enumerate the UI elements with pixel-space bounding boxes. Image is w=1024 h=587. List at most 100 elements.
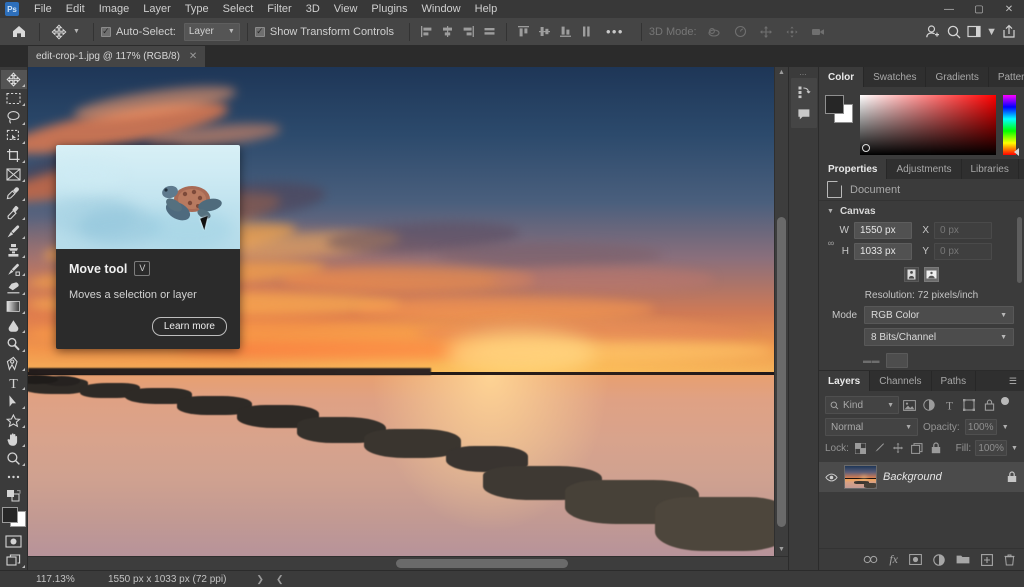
menu-view[interactable]: View [327, 0, 365, 18]
menu-help[interactable]: Help [468, 0, 505, 18]
tab-paths[interactable]: Paths [932, 371, 977, 391]
chevron-down-icon[interactable]: ▼ [1002, 424, 1009, 431]
menu-plugins[interactable]: Plugins [364, 0, 414, 18]
zoom-level[interactable]: 117.13% [28, 574, 98, 585]
tool-path-selection[interactable] [1, 392, 27, 411]
close-icon[interactable]: ✕ [189, 51, 197, 62]
layer-lock-icon[interactable] [1007, 471, 1017, 483]
edit-in-quick-mask-button[interactable] [1, 532, 27, 551]
status-collapse-icon[interactable]: ❮ [264, 574, 284, 585]
tool-gradient[interactable] [1, 297, 27, 316]
export-icon[interactable] [999, 22, 1018, 42]
minimize-button[interactable]: — [934, 0, 964, 18]
layer-row[interactable]: Background [819, 462, 1024, 492]
align-vertical-centers-icon[interactable] [535, 22, 554, 42]
new-group-icon[interactable] [956, 554, 970, 565]
tab-patterns[interactable]: Patterns [989, 67, 1024, 87]
chevron-down-icon[interactable]: ▼ [986, 26, 997, 38]
lock-image-pixels-icon[interactable] [872, 440, 887, 456]
tab-adjustments[interactable]: Adjustments [887, 159, 961, 179]
lock-artboard-nesting-icon[interactable] [910, 440, 925, 456]
filter-type-icon[interactable]: T [939, 396, 959, 414]
tool-hand[interactable] [1, 430, 27, 449]
new-layer-icon[interactable] [981, 554, 993, 566]
height-input[interactable]: 1033 px [854, 243, 912, 260]
properties-scrollbar[interactable] [1016, 203, 1023, 325]
menu-filter[interactable]: Filter [260, 0, 298, 18]
active-tool-button[interactable]: ▼ [47, 21, 86, 43]
menu-type[interactable]: Type [178, 0, 216, 18]
tool-dodge[interactable] [1, 335, 27, 354]
color-field[interactable] [860, 95, 996, 155]
chevron-down-icon[interactable]: ▼ [1011, 445, 1018, 452]
tool-lasso[interactable] [1, 108, 27, 127]
tab-channels[interactable]: Channels [870, 371, 931, 391]
hue-slider-marker[interactable] [1014, 148, 1019, 156]
new-fill-adjustment-icon[interactable] [933, 554, 945, 566]
camera-3d-icon[interactable] [809, 22, 828, 42]
width-input[interactable]: 1550 px [854, 222, 912, 239]
lock-transparent-pixels-icon[interactable] [853, 440, 868, 456]
show-transform-controls-checkbox[interactable] [255, 27, 265, 37]
history-icon[interactable] [791, 81, 817, 103]
layer-filter-kind-dropdown[interactable]: Kind ▼ [825, 396, 899, 414]
filter-smart-object-icon[interactable] [979, 396, 999, 414]
menu-file[interactable]: File [27, 0, 59, 18]
quick-mask-toggle[interactable] [1, 487, 27, 503]
canvas-section-header[interactable]: ▼ Canvas [819, 201, 1024, 220]
tab-properties[interactable]: Properties [819, 159, 887, 179]
tool-clone-stamp[interactable] [1, 241, 27, 260]
comments-icon[interactable] [791, 103, 817, 125]
menu-window[interactable]: Window [415, 0, 468, 18]
layer-name[interactable]: Background [883, 471, 942, 483]
roll-3d-icon[interactable] [731, 22, 750, 42]
distribute-vertically-icon[interactable] [577, 22, 596, 42]
color-panel-swatches[interactable] [825, 95, 853, 123]
properties-scroll-thumb[interactable] [1017, 217, 1022, 283]
filter-shape-icon[interactable] [959, 396, 979, 414]
bit-depth-dropdown[interactable]: 8 Bits/Channel ▼ [864, 328, 1014, 346]
foreground-color-swatch[interactable] [2, 507, 18, 523]
screen-mode-button[interactable] [1, 551, 27, 570]
tool-crop[interactable] [1, 146, 27, 165]
layer-thumbnail[interactable] [844, 465, 877, 489]
tool-pen[interactable] [1, 354, 27, 373]
layer-style-fx-icon[interactable]: fx [889, 552, 898, 567]
panel-menu-icon[interactable]: ☰ [1019, 159, 1024, 179]
hue-slider[interactable] [1003, 95, 1016, 155]
canvas-vertical-scrollbar[interactable]: ▲ ▼ [774, 67, 788, 556]
tab-color[interactable]: Color [819, 67, 864, 87]
lock-position-icon[interactable] [891, 440, 906, 456]
auto-select-scope-dropdown[interactable]: Layer ▼ [184, 23, 240, 41]
workspace-icon[interactable] [965, 22, 984, 42]
filter-adjustment-icon[interactable] [919, 396, 939, 414]
tool-history-brush[interactable] [1, 260, 27, 279]
share-user-icon[interactable] [923, 22, 942, 42]
tool-eyedropper[interactable] [1, 184, 27, 203]
menu-3d[interactable]: 3D [299, 0, 327, 18]
opacity-input[interactable]: 100% [965, 419, 997, 435]
dock-drag-handle[interactable]: ⋯ [789, 71, 818, 78]
menu-select[interactable]: Select [216, 0, 261, 18]
align-left-edges-icon[interactable] [417, 22, 436, 42]
orbit-3d-icon[interactable] [705, 22, 724, 42]
status-expand-icon[interactable]: ❯ [226, 574, 264, 585]
tool-edit-toolbar[interactable] [1, 468, 27, 487]
color-swatches[interactable] [2, 507, 26, 527]
color-field-marker[interactable] [862, 144, 870, 152]
auto-select-checkbox[interactable] [101, 27, 111, 37]
tool-type[interactable]: T [1, 373, 27, 392]
tool-rectangular-marquee[interactable] [1, 89, 27, 108]
delete-layer-icon[interactable] [1004, 554, 1015, 566]
filter-enable-toggle[interactable] [1001, 397, 1009, 405]
y-input[interactable]: 0 px [934, 243, 992, 260]
align-top-edges-icon[interactable] [514, 22, 533, 42]
fill-input[interactable]: 100% [975, 440, 1007, 456]
tool-zoom[interactable] [1, 449, 27, 468]
landscape-icon[interactable] [924, 267, 939, 282]
tool-object-selection[interactable] [1, 127, 27, 146]
portrait-icon[interactable] [904, 267, 919, 282]
tab-gradients[interactable]: Gradients [926, 67, 988, 87]
document-dimensions[interactable]: 1550 px x 1033 px (72 ppi) [98, 574, 226, 585]
align-right-edges-icon[interactable] [459, 22, 478, 42]
